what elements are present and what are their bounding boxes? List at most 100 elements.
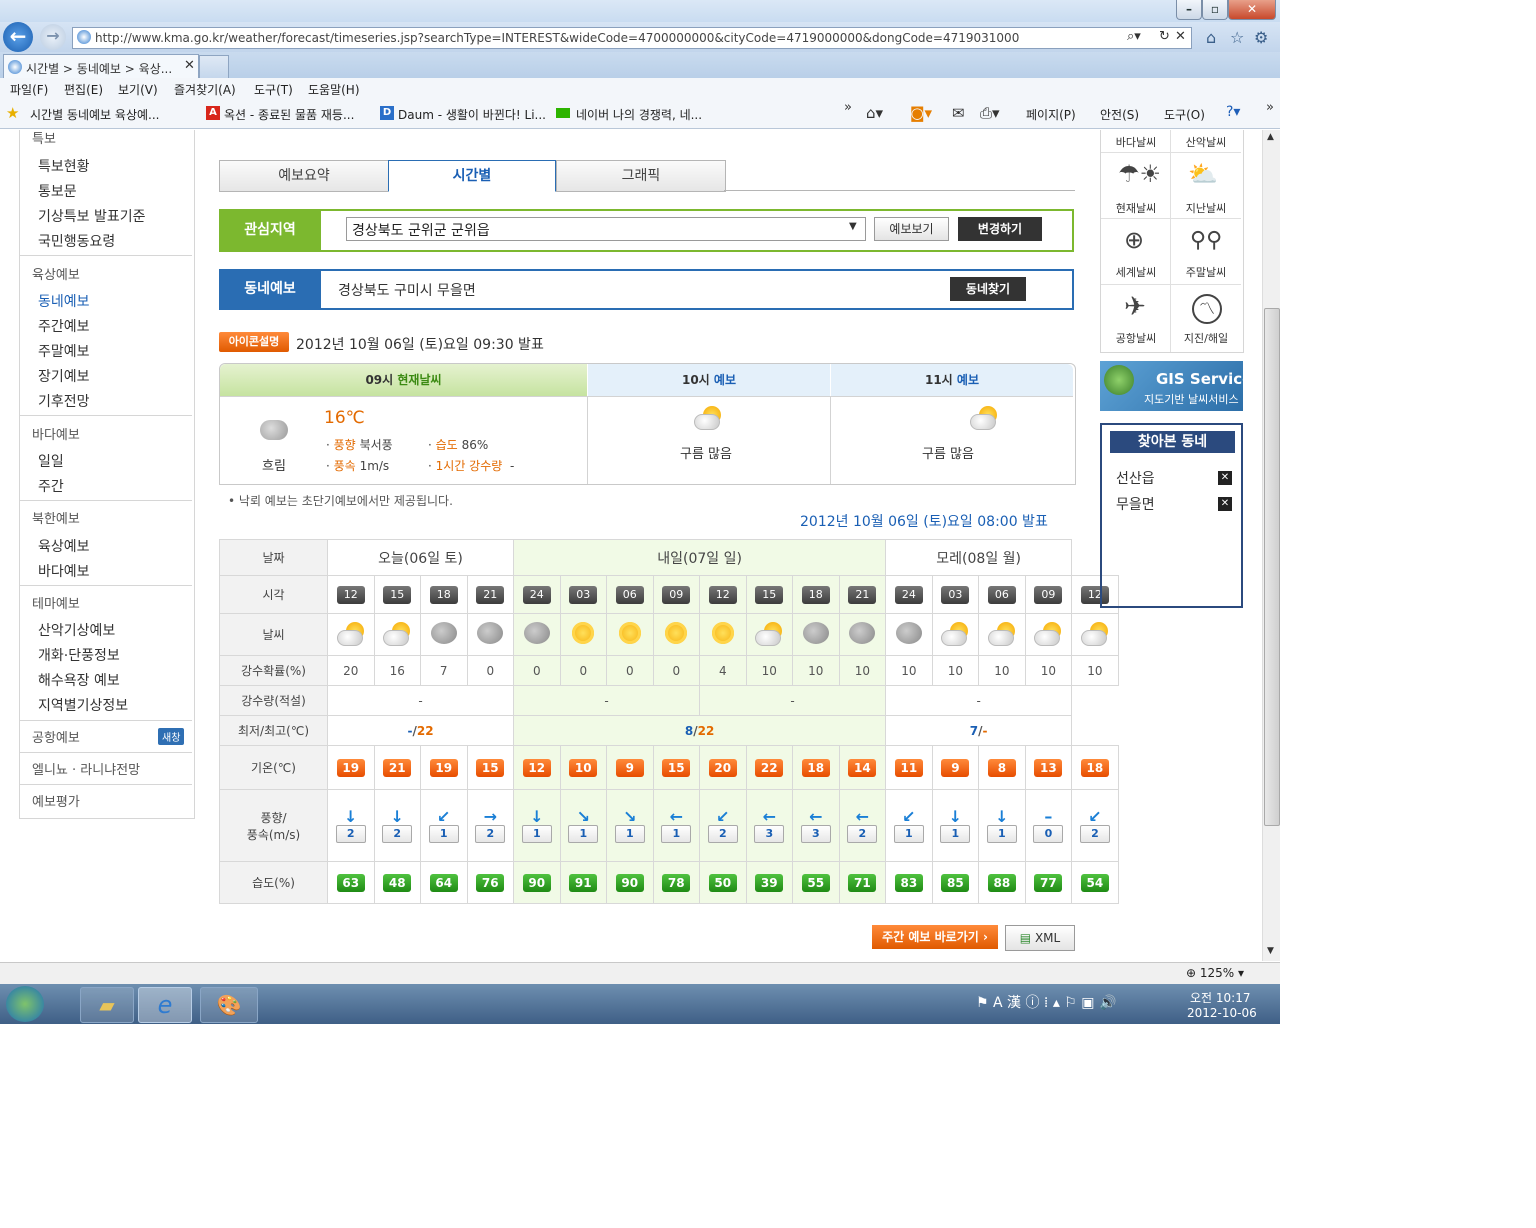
nav-section-sea[interactable]: 바다예보 <box>32 424 80 443</box>
nav-section-land[interactable]: 육상예보 <box>32 264 80 283</box>
nav-section-special[interactable]: 특보 <box>32 130 56 147</box>
interest-select[interactable]: 경상북도 군위군 군위읍 ▼ <box>346 217 866 241</box>
nav-item[interactable]: 지역별기상정보 <box>38 695 128 715</box>
tile-mountain-weather[interactable]: 산악날씨 <box>1174 134 1238 150</box>
icon-legend-button[interactable]: 아이콘설명 <box>219 332 289 352</box>
nav-item[interactable]: 기후전망 <box>38 391 90 411</box>
hour-badge: 09 <box>662 585 691 604</box>
clock-time[interactable]: 오전 10:17 <box>1190 989 1250 1006</box>
nav-item[interactable]: 국민행동요령 <box>38 231 115 251</box>
cmd-tools[interactable]: 도구(O) <box>1164 106 1205 123</box>
mail-icon[interactable]: ✉ <box>952 104 965 122</box>
menu-help[interactable]: 도움말(H) <box>308 81 360 98</box>
nav-item[interactable]: 산악기상예보 <box>38 620 115 640</box>
home-icon[interactable]: ⌂ <box>1206 28 1216 47</box>
menu-view[interactable]: 보기(V) <box>118 81 158 98</box>
rss-icon[interactable]: ◙▾ <box>910 104 932 122</box>
forecast-view-button[interactable]: 예보보기 <box>874 217 949 241</box>
menu-file[interactable]: 파일(F) <box>10 81 48 98</box>
nav-section-elnino[interactable]: 엘니뇨 · 라니냐전망 <box>32 759 140 778</box>
tile-past-weather[interactable]: 지난날씨 <box>1174 200 1238 216</box>
new-tab-button[interactable] <box>199 55 229 79</box>
tile-sea-weather[interactable]: 바다날씨 <box>1104 134 1168 150</box>
favorites-more-icon[interactable]: » <box>844 100 852 115</box>
scroll-down-icon[interactable]: ▼ <box>1267 946 1274 956</box>
search-icon[interactable]: ⌕▾ <box>1127 29 1141 44</box>
nav-item[interactable]: 통보문 <box>38 181 77 201</box>
refresh-icon[interactable]: ↻ <box>1159 29 1170 44</box>
nav-section-nk[interactable]: 북한예보 <box>32 508 80 527</box>
menu-tools[interactable]: 도구(T) <box>254 81 293 98</box>
help-icon[interactable]: ?▾ <box>1226 104 1240 120</box>
nav-section-theme[interactable]: 테마예보 <box>32 593 80 612</box>
nav-item[interactable]: 개화·단풍정보 <box>38 645 120 665</box>
favorites-star-icon[interactable]: ★ <box>6 104 19 122</box>
nav-item[interactable]: 일일 <box>38 451 64 471</box>
dong-find-button[interactable]: 동네찾기 <box>950 277 1026 301</box>
cmd-more-icon[interactable]: » <box>1266 100 1274 115</box>
humidity-badge: 71 <box>848 873 877 892</box>
tile-world-weather[interactable]: 세계날씨 <box>1104 264 1168 280</box>
tab-close-icon[interactable]: ✕ <box>184 58 195 73</box>
nav-section-eval[interactable]: 예보평가 <box>32 791 80 810</box>
weekly-forecast-button[interactable]: 주간 예보 바로가기 › <box>872 925 998 949</box>
zoom-level[interactable]: ⊕ 125% ▾ <box>1186 966 1244 980</box>
vertical-scrollbar[interactable]: ▲ ▼ <box>1262 130 1280 961</box>
fav-auction[interactable]: 옥션 - 종료된 물품 재등... <box>224 106 354 123</box>
nav-section-airport[interactable]: 공항예보 <box>32 727 80 746</box>
gis-service-banner[interactable]: GIS Service 지도기반 날씨서비스 <box>1100 361 1252 411</box>
close-window-button[interactable]: ✕ <box>1228 0 1276 20</box>
ie-taskbar-icon[interactable]: e <box>138 987 192 1023</box>
nav-item[interactable]: 주간예보 <box>38 316 90 336</box>
nav-item[interactable]: 특보현황 <box>38 156 90 176</box>
tab-summary[interactable]: 예보요약 <box>219 160 389 192</box>
tab-graphic[interactable]: 그래픽 <box>556 160 726 192</box>
back-button[interactable]: ← <box>3 22 33 52</box>
tab-hourly-active[interactable]: 시간별 <box>388 160 556 192</box>
nav-item[interactable]: 장기예보 <box>38 366 90 386</box>
maximize-button[interactable]: ▫ <box>1202 0 1228 20</box>
nav-item[interactable]: 주말예보 <box>38 341 90 361</box>
fav-kma[interactable]: 시간별 동네예보 육상예... <box>30 106 159 123</box>
temp-badge: 8 <box>987 758 1016 777</box>
cmd-safety[interactable]: 안전(S) <box>1100 106 1139 123</box>
stop-icon[interactable]: ✕ <box>1175 29 1186 44</box>
tile-earthquake-tsunami[interactable]: 지진/해일 <box>1174 330 1238 346</box>
nav-item[interactable]: 바다예보 <box>38 561 90 581</box>
home-cmd-icon[interactable]: ⌂▾ <box>866 104 883 122</box>
paint-taskbar-icon[interactable]: 🎨 <box>200 987 258 1023</box>
fav-naver[interactable]: 네이버 나의 경쟁력, 네... <box>576 106 702 123</box>
nav-item[interactable]: 해수욕장 예보 <box>38 670 120 690</box>
scroll-up-icon[interactable]: ▲ <box>1267 132 1274 142</box>
nav-item[interactable]: 주간 <box>38 476 64 496</box>
tile-airport-weather[interactable]: 공항날씨 <box>1104 330 1168 346</box>
nav-item[interactable]: 육상예보 <box>38 536 90 556</box>
settings-gear-icon[interactable]: ⚙ <box>1254 28 1268 47</box>
nav-item[interactable]: 기상특보 발표기준 <box>38 206 146 226</box>
print-icon[interactable]: ⎙▾ <box>980 104 1000 122</box>
pop-value: 10 <box>1040 663 1057 678</box>
menu-favorites[interactable]: 즐겨찾기(A) <box>174 81 236 98</box>
forward-button[interactable]: → <box>40 24 66 50</box>
fav-daum[interactable]: Daum - 생활이 바뀐다! Li... <box>398 106 546 123</box>
visited-item[interactable]: 선산읍 <box>1116 468 1155 488</box>
tray-icons[interactable]: ⚑ A 漢 ⓘ ⁞ ▴ ⚐ ▣ 🔊 <box>976 992 1116 1012</box>
cmd-page[interactable]: 페이지(P) <box>1026 106 1076 123</box>
browser-tab-active[interactable]: 시간별 > 동네예보 > 육상... ✕ <box>3 54 199 79</box>
xml-button[interactable]: ▤ XML <box>1005 925 1075 951</box>
remove-icon[interactable]: ✕ <box>1218 471 1232 485</box>
nav-item-active[interactable]: 동네예보 <box>38 291 90 311</box>
visited-item[interactable]: 무을면 <box>1116 494 1155 514</box>
remove-icon[interactable]: ✕ <box>1218 497 1232 511</box>
start-button[interactable] <box>6 986 44 1022</box>
explorer-taskbar-icon[interactable]: ▰ <box>80 987 134 1023</box>
favorites-star-icon[interactable]: ☆ <box>1230 28 1244 47</box>
clock-date[interactable]: 2012-10-06 <box>1187 1006 1257 1020</box>
scrollbar-thumb[interactable] <box>1264 308 1280 826</box>
minimize-button[interactable]: – <box>1176 0 1202 20</box>
tile-current-weather[interactable]: 현재날씨 <box>1104 200 1168 216</box>
change-button[interactable]: 변경하기 <box>958 217 1042 241</box>
menu-edit[interactable]: 편집(E) <box>64 81 103 98</box>
address-bar[interactable]: http://www.kma.go.kr/weather/forecast/ti… <box>72 27 1192 49</box>
tile-weekend-weather[interactable]: 주말날씨 <box>1174 264 1238 280</box>
